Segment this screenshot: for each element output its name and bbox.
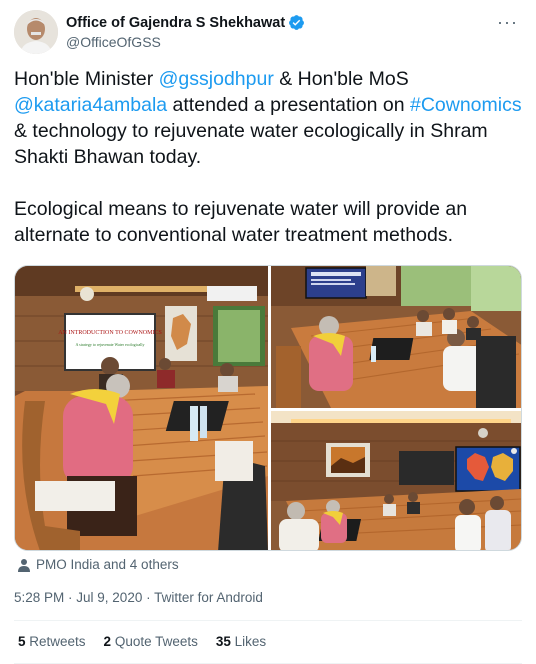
verified-badge-icon [288,14,305,31]
media-grid: AN INTRODUCTION TO COWNOMICS A strategy … [14,265,522,551]
text-segment: Hon'ble Minister [14,68,159,90]
author-handle[interactable]: @OfficeOfGSS [66,34,305,50]
tagged-users-text: PMO India and 4 others [36,557,179,572]
meta-separator: · [142,590,155,605]
photo-presentation-map[interactable] [271,410,521,550]
retweets-label: Retweets [25,634,86,649]
slide-subtitle: A strategy to rejuvenate Water ecologica… [75,342,144,347]
tweet-card: Office of Gajendra S Shekhawat @OfficeOf… [0,0,536,664]
likes-count: 35 [215,634,231,649]
quotes-label: Quote Tweets [111,634,198,649]
text-segment: & Hon'ble MoS [273,68,409,90]
quotes-count: 2 [103,634,112,649]
tweet-time[interactable]: 5:28 PM [14,590,64,605]
tweet-stats: 5 Retweets 2 Quote Tweets 35 Likes [18,634,266,649]
text-segment: & technology to rejuvenate water ecologi… [14,120,488,168]
slide-title: AN INTRODUCTION TO COWNOMICS [58,330,162,336]
retweets-stat[interactable]: 5 Retweets [18,634,86,649]
tagged-users[interactable]: PMO India and 4 others [18,557,179,572]
tweet-date[interactable]: Jul 9, 2020 [76,590,142,605]
tweet-meta: 5:28 PM · Jul 9, 2020 · Twitter for Andr… [14,590,263,605]
hashtag-link[interactable]: #Cownomics [410,94,522,116]
text-segment: attended a presentation on [167,94,410,116]
author-block: Office of Gajendra S Shekhawat @OfficeOf… [66,14,305,50]
mention-link[interactable]: @gssjodhpur [159,68,274,90]
person-icon [18,558,30,572]
retweets-count: 5 [18,634,26,649]
quote-tweets-stat[interactable]: 2 Quote Tweets [104,634,198,649]
tweet-text: Hon'ble Minister @gssjodhpur & Hon'ble M… [14,66,522,248]
meta-separator: · [64,590,77,605]
photo-conference-table[interactable] [271,266,521,408]
tweet-paragraph-2: Ecological means to rejuvenate water wil… [14,198,468,246]
author-display-name[interactable]: Office of Gajendra S Shekhawat [66,15,285,31]
divider [14,620,522,621]
photo-meeting-room[interactable]: AN INTRODUCTION TO COWNOMICS A strategy … [15,266,268,550]
avatar[interactable] [14,10,58,54]
more-dots-icon[interactable]: ··· [497,12,518,33]
likes-label: Likes [230,634,267,649]
tweet-paragraph-1: Hon'ble Minister @gssjodhpur & Hon'ble M… [14,66,522,170]
likes-stat[interactable]: 35 Likes [216,634,266,649]
tweet-header: Office of Gajendra S Shekhawat @OfficeOf… [14,10,522,54]
mention-link[interactable]: @kataria4ambala [14,94,167,116]
tweet-source[interactable]: Twitter for Android [154,590,263,605]
